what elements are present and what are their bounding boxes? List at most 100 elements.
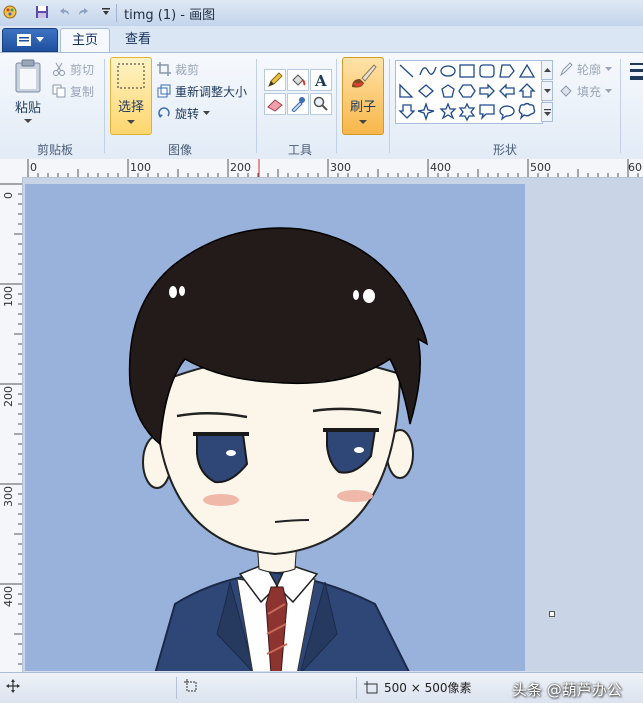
hexagon-shape-icon bbox=[458, 84, 476, 98]
oval-callout-shape-icon bbox=[499, 105, 515, 121]
paste-button[interactable]: 粘贴 bbox=[8, 59, 48, 135]
oval-shape-icon bbox=[440, 65, 456, 77]
five-point-star-shape-icon bbox=[439, 102, 457, 120]
resize-icon bbox=[157, 84, 171, 98]
copy-icon bbox=[52, 84, 66, 98]
image-size-text: 500 × 500像素 bbox=[384, 681, 472, 695]
resize-button[interactable]: 重新调整大小 bbox=[157, 81, 247, 101]
polygon-shape-icon bbox=[499, 64, 515, 78]
up-arrow-shape-icon bbox=[518, 83, 536, 98]
tab-view[interactable]: 查看 bbox=[114, 28, 162, 52]
pentagon-shape-icon bbox=[441, 84, 455, 98]
paste-label: 粘贴 bbox=[14, 101, 41, 116]
rounded-rectangle-shape-icon bbox=[479, 64, 495, 78]
scissors-icon bbox=[53, 62, 65, 76]
paint-bucket-icon bbox=[292, 74, 306, 86]
window-title: timg (1) - 画图 bbox=[124, 8, 216, 23]
crop-icon bbox=[157, 62, 171, 76]
ribbon-panel: 粘贴 剪切 复制 剪贴板 选择 裁剪 重新调整大小 旋转 图像 A 工具 刷子 … bbox=[0, 52, 643, 160]
undo-icon[interactable] bbox=[56, 4, 72, 20]
eraser-tool[interactable] bbox=[264, 93, 286, 115]
brushes-button[interactable]: 刷子 bbox=[342, 57, 384, 135]
shapes-expand-button[interactable] bbox=[541, 102, 553, 122]
clipboard-group-label: 剪贴板 bbox=[36, 143, 73, 157]
text-tool[interactable]: A bbox=[310, 69, 332, 91]
fill-bucket-icon bbox=[560, 85, 572, 97]
app-menu-button[interactable] bbox=[2, 28, 58, 52]
crop-label: 裁剪 bbox=[175, 62, 200, 77]
rotate-icon bbox=[158, 107, 170, 118]
size-button[interactable] bbox=[626, 61, 643, 131]
down-arrow-shape-icon bbox=[398, 104, 416, 119]
ruler-mark: 100 bbox=[130, 161, 151, 174]
ruler-mark: 100 bbox=[2, 286, 15, 307]
watermark-text: 头条 @葫芦办公 bbox=[512, 681, 622, 699]
cut-label: 剪切 bbox=[70, 62, 95, 77]
image-group-label: 图像 bbox=[167, 143, 192, 157]
ruler-mark: 400 bbox=[2, 586, 15, 607]
crop-button[interactable]: 裁剪 bbox=[157, 59, 199, 79]
shapes-scroll-up-button[interactable] bbox=[541, 60, 553, 80]
magnifier-icon bbox=[313, 96, 328, 111]
magnifier-tool[interactable] bbox=[310, 93, 332, 115]
selection-size bbox=[184, 679, 198, 693]
horizontal-ruler: 0 100 200 300 400 500 60 bbox=[0, 159, 643, 178]
tab-home[interactable]: 主页 bbox=[60, 28, 110, 53]
canvas-workspace bbox=[23, 178, 643, 671]
quick-access-dropdown-icon[interactable] bbox=[98, 4, 114, 20]
ruler-mark: 0 bbox=[30, 161, 37, 174]
chevron-down-icon bbox=[35, 37, 44, 42]
status-separator bbox=[356, 677, 357, 699]
ruler-mark: 60 bbox=[628, 161, 642, 174]
shapes-grid bbox=[398, 63, 536, 122]
ruler-mark: 0 bbox=[2, 192, 15, 199]
eraser-icon bbox=[267, 99, 283, 112]
ruler-mark: 300 bbox=[330, 161, 351, 174]
paint-app-icon[interactable] bbox=[2, 4, 18, 20]
redo-icon[interactable] bbox=[76, 4, 92, 20]
copy-label: 复制 bbox=[70, 84, 95, 99]
outline-label: 轮廓 bbox=[577, 62, 602, 77]
chevron-down-icon bbox=[359, 120, 367, 124]
rectangle-shape-icon bbox=[459, 64, 475, 78]
cut-button[interactable]: 剪切 bbox=[52, 59, 94, 79]
group-separator bbox=[104, 59, 105, 153]
fill-label: 填充 bbox=[577, 84, 602, 99]
pencil-tool[interactable] bbox=[264, 69, 286, 91]
shapes-gallery bbox=[395, 60, 543, 124]
select-button[interactable]: 选择 bbox=[110, 57, 152, 135]
cartoon-boy-illustration bbox=[128, 227, 428, 671]
group-separator bbox=[620, 59, 621, 153]
color-picker-tool[interactable] bbox=[287, 93, 309, 115]
right-triangle-shape-icon bbox=[399, 83, 414, 98]
rotate-button[interactable]: 旋转 bbox=[157, 103, 211, 123]
fill-button[interactable]: 填充 bbox=[559, 81, 613, 101]
fill-tool[interactable] bbox=[287, 69, 309, 91]
group-separator bbox=[389, 59, 390, 153]
chevron-down-icon bbox=[127, 120, 135, 124]
chevron-up-icon bbox=[543, 68, 551, 72]
image-size-icon bbox=[364, 680, 378, 693]
six-point-star-shape-icon bbox=[458, 102, 476, 122]
title-separator bbox=[116, 4, 117, 22]
status-bar: 500 × 500像素 头条 @葫芦办公 bbox=[0, 672, 643, 703]
shapes-scroll-down-button[interactable] bbox=[541, 81, 553, 101]
status-separator bbox=[176, 677, 177, 699]
rotate-label: 旋转 bbox=[175, 106, 200, 121]
drawing-canvas[interactable] bbox=[25, 184, 525, 671]
vertical-ruler: 0 100 200 300 400 bbox=[0, 177, 23, 672]
line-width-icon bbox=[630, 63, 643, 80]
image-size: 500 × 500像素 bbox=[364, 679, 472, 696]
resize-label: 重新调整大小 bbox=[175, 84, 248, 99]
rect-callout-shape-icon bbox=[479, 104, 495, 121]
canvas-resize-handle[interactable] bbox=[549, 611, 555, 617]
shapes-group-label: 形状 bbox=[492, 143, 517, 157]
copy-button[interactable]: 复制 bbox=[52, 81, 94, 101]
brushes-label: 刷子 bbox=[349, 100, 376, 115]
cursor-position bbox=[6, 679, 20, 693]
save-icon[interactable] bbox=[34, 4, 50, 20]
svg-text:A: A bbox=[314, 72, 327, 88]
gallery-expand-icon bbox=[543, 108, 551, 116]
outline-button[interactable]: 轮廓 bbox=[559, 59, 613, 79]
four-point-star-shape-icon bbox=[417, 101, 435, 122]
